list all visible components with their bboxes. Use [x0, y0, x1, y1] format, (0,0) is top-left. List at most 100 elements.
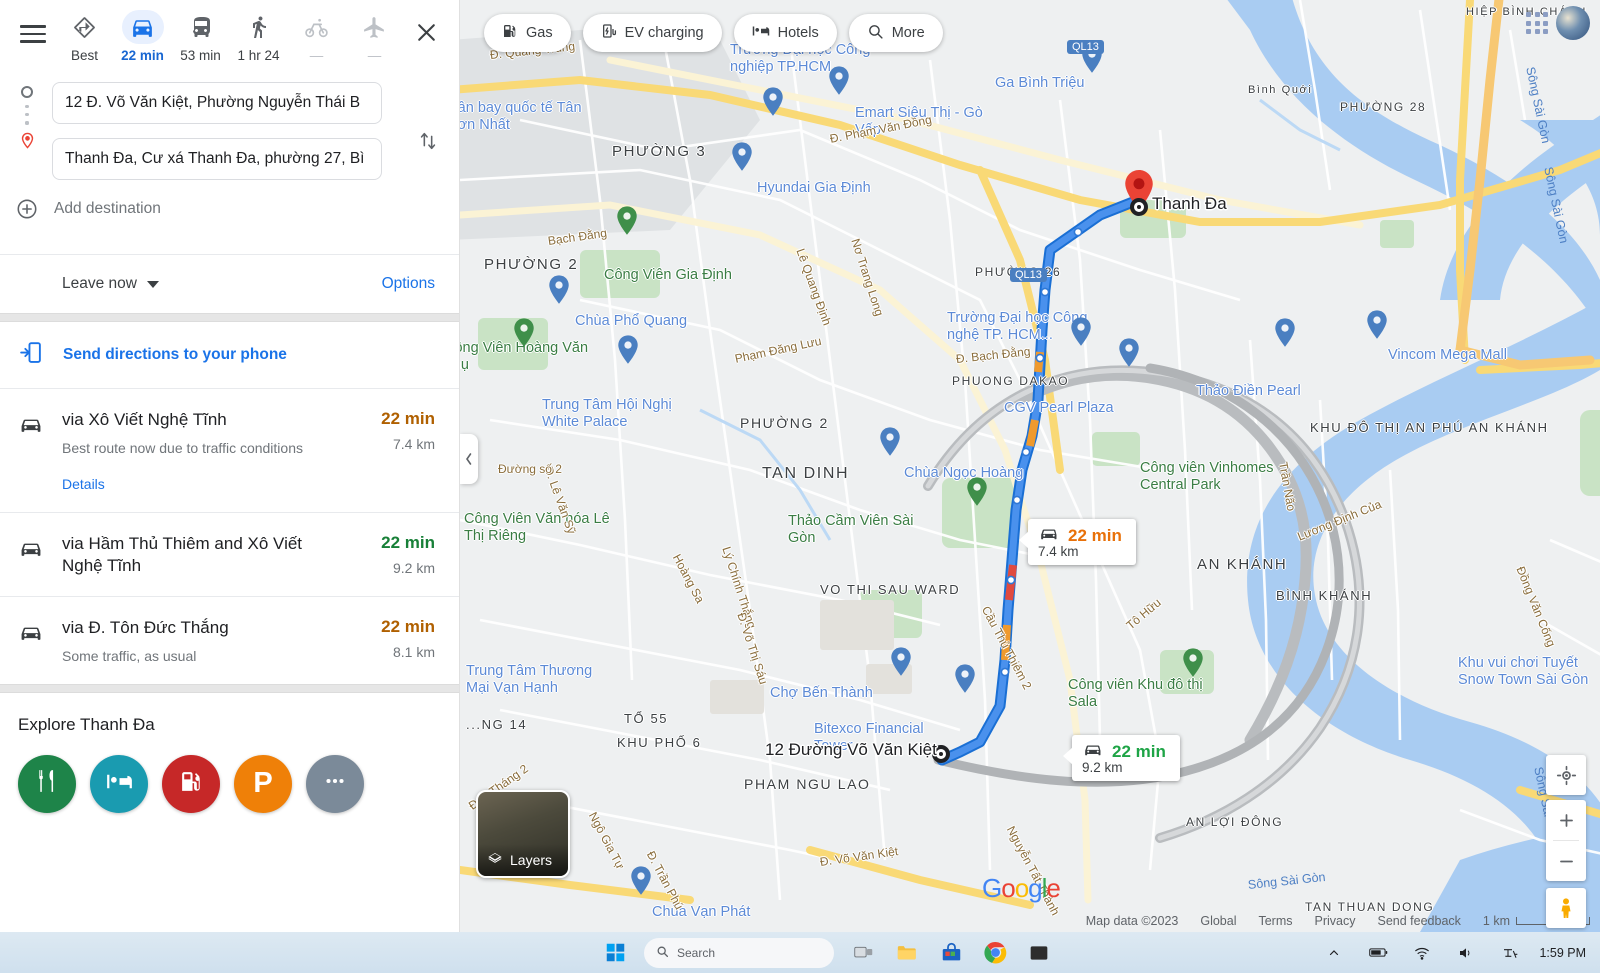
gas-chip[interactable]: [162, 754, 220, 813]
layers-text: Layers: [510, 852, 553, 868]
swap-waypoints-button[interactable]: [411, 124, 445, 158]
mode-walking[interactable]: 1 hr 24: [230, 8, 288, 63]
scale-label: 1 km: [1482, 914, 1510, 928]
system-tray: 1:59 PM: [1319, 938, 1600, 968]
chip-label: Gas: [526, 25, 553, 41]
mode-label: Best: [70, 48, 98, 63]
start-icon[interactable]: [600, 938, 630, 968]
google-logo: Google: [982, 873, 1061, 903]
map-area[interactable]: PHƯỜNG 3 PHƯỜNG 2 PHƯỜNG 2 PHƯỜNG 26 PHUONG …: [460, 0, 1600, 932]
send-feedback-link[interactable]: Send feedback: [1378, 914, 1461, 928]
destination-input[interactable]: Thanh Đa, Cư xá Thanh Đa, phường 27, Bì: [52, 138, 382, 180]
chip-more[interactable]: More: [848, 14, 943, 52]
gas-icon: [179, 769, 204, 799]
global-link[interactable]: Global: [1200, 914, 1236, 928]
hotel-icon: [106, 768, 133, 800]
restaurants-chip[interactable]: [18, 754, 76, 813]
up-arrow-icon[interactable]: [1319, 938, 1349, 968]
explorer-icon[interactable]: [892, 938, 922, 968]
taskbar-items: Search: [560, 937, 1319, 968]
car-icon: [121, 10, 164, 44]
route-body: via Xô Viết Nghệ Tĩnh Best route now due…: [62, 409, 339, 494]
route-distance: 7.4 km: [392, 436, 435, 452]
mode-label: —: [367, 48, 382, 63]
store-icon[interactable]: [936, 938, 966, 968]
street-view-pegman[interactable]: [1546, 888, 1586, 928]
battery-icon[interactable]: [1363, 938, 1393, 968]
tooltip-duration: 22 min: [1068, 525, 1122, 545]
route-option[interactable]: via Đ. Tôn Đức Thắng Some traffic, as us…: [0, 595, 459, 684]
zoom-in-button[interactable]: [1546, 800, 1586, 840]
avatar[interactable]: [1556, 6, 1590, 40]
chip-ev-charging[interactable]: EV charging: [582, 14, 722, 52]
taskview-icon[interactable]: [848, 938, 878, 968]
mode-driving[interactable]: 22 min: [114, 8, 172, 63]
destination-marker-label: Thanh Đa: [1152, 194, 1227, 213]
route-distance: 8.1 km: [392, 643, 435, 660]
clock[interactable]: 1:59 PM: [1539, 946, 1586, 960]
parking-icon: P: [253, 767, 273, 800]
mode-flights[interactable]: —: [346, 8, 404, 63]
mode-cycling[interactable]: —: [288, 8, 346, 63]
route-details-link[interactable]: Details: [62, 476, 105, 492]
chip-hotels[interactable]: Hotels: [733, 14, 837, 52]
privacy-link[interactable]: Privacy: [1315, 914, 1356, 928]
best-route-icon: [64, 10, 106, 44]
route-option[interactable]: via Hầm Thủ Thiêm and Xô Viết Nghệ Tĩnh …: [0, 512, 459, 595]
collapse-panel-button[interactable]: [460, 434, 478, 484]
waypoint-indicator: [14, 86, 40, 154]
parking-chip[interactable]: P: [234, 754, 292, 813]
terminal-icon[interactable]: [1024, 938, 1054, 968]
explore-heading: Explore Thanh Đa: [18, 714, 155, 734]
volume-icon[interactable]: [1451, 938, 1481, 968]
network-icon[interactable]: [1407, 938, 1437, 968]
zoom-controls[interactable]: [1546, 800, 1586, 881]
gas-icon: [502, 23, 518, 43]
more-icon: [322, 768, 348, 799]
my-location-button[interactable]: [1546, 755, 1586, 795]
chrome-icon[interactable]: [980, 938, 1010, 968]
explore-chips: P: [0, 735, 459, 813]
route-tooltip[interactable]: 22 min 7.4 km: [1019, 519, 1136, 565]
waypoint-inputs: 12 Đ. Võ Văn Kiệt, Phường Nguyễn Thái B …: [0, 76, 459, 180]
tooltip-distance: 7.4 km: [1038, 544, 1079, 559]
mode-transit[interactable]: 53 min: [172, 8, 230, 63]
route-option[interactable]: via Xô Viết Nghệ Tĩnh Best route now due…: [0, 388, 459, 512]
section-divider: [0, 313, 459, 322]
send-directions-button[interactable]: Send directions to your phone: [0, 322, 459, 388]
route-distance: 9.2 km: [392, 560, 435, 577]
taskbar-search-box[interactable]: Search: [644, 937, 834, 968]
apps-grid-icon[interactable]: [1526, 12, 1548, 34]
ime-icon[interactable]: [1495, 938, 1525, 968]
windows-taskbar: Search 1:59 PM: [0, 932, 1600, 973]
add-destination-button[interactable]: Add destination: [0, 180, 459, 220]
route-duration: 22 min: [381, 616, 435, 636]
fields: 12 Đ. Võ Văn Kiệt, Phường Nguyễn Thái B …: [52, 82, 445, 180]
layers-icon: [487, 851, 503, 870]
taskbar-search-label: Search: [677, 945, 716, 960]
route-title: via Xô Viết Nghệ Tĩnh: [62, 410, 227, 429]
close-directions-button[interactable]: [408, 12, 446, 52]
zoom-out-button[interactable]: [1546, 841, 1586, 881]
leave-now-dropdown[interactable]: Leave now: [62, 275, 159, 293]
options-button[interactable]: Options: [382, 275, 435, 293]
travel-mode-bar: Best 22 min 53 min 1 hr 24 — —: [0, 0, 459, 76]
more-chip[interactable]: [306, 754, 364, 813]
search-icon: [656, 945, 669, 961]
mode-label: —: [309, 48, 324, 63]
bike-icon: [296, 10, 338, 44]
leave-now-label: Leave now: [62, 275, 137, 292]
terms-link[interactable]: Terms: [1258, 914, 1292, 928]
app-root: Best 22 min 53 min 1 hr 24 — — 12 Đ. Võ …: [0, 0, 1600, 973]
search-icon: [867, 23, 884, 44]
hotels-chip[interactable]: [90, 754, 148, 813]
chevron-down-icon: [146, 280, 159, 288]
hamburger-menu-icon[interactable]: [14, 14, 52, 54]
map-filter-chips: Gas EV charging Hotels More: [484, 14, 943, 52]
route-metrics: 22 min 8.1 km: [339, 617, 435, 666]
route-tooltip[interactable]: 22 min 9.2 km: [1063, 735, 1180, 781]
mode-best[interactable]: Best: [56, 8, 114, 63]
chip-gas[interactable]: Gas: [484, 14, 571, 52]
layers-button[interactable]: Layers: [476, 790, 570, 878]
origin-input[interactable]: 12 Đ. Võ Văn Kiệt, Phường Nguyễn Thái B: [52, 82, 382, 124]
